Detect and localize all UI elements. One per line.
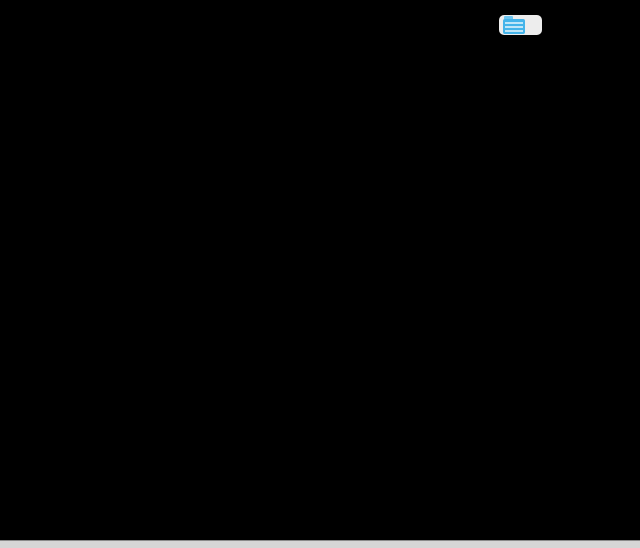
cad-drawing-canvas[interactable]: [0, 0, 640, 540]
filethietke-logo-watermark: [499, 15, 542, 35]
cad-viewer-window: [0, 0, 640, 548]
folder-icon: [503, 16, 525, 34]
status-bar: [0, 540, 640, 548]
